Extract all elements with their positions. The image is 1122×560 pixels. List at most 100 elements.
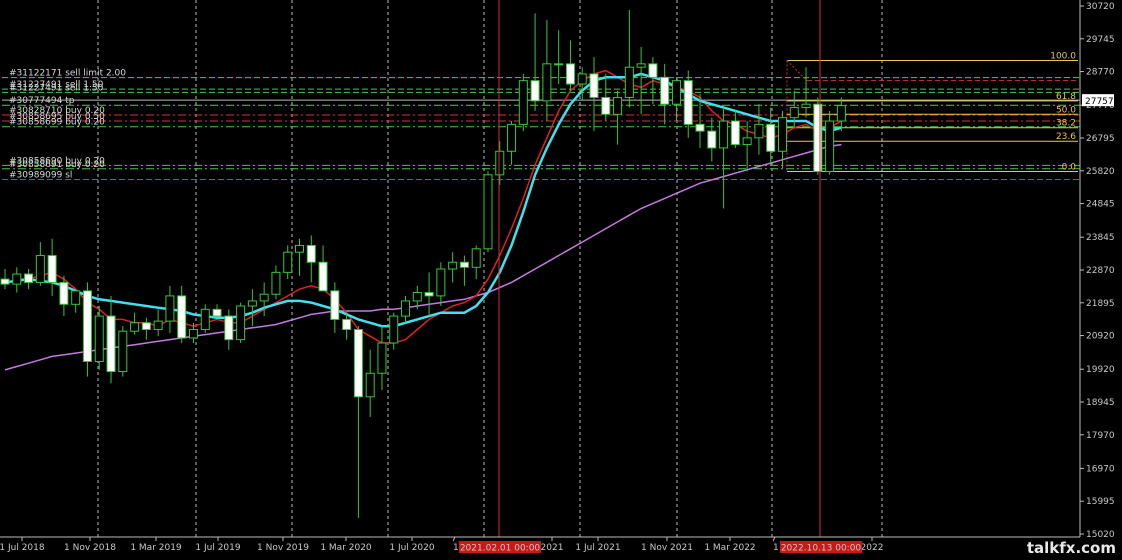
candle-body [247, 300, 257, 307]
y-tick-label: 18945 [1086, 398, 1115, 408]
candle-body [577, 73, 587, 85]
candle-body [754, 123, 764, 139]
fib-level-label: 23.6 [1056, 132, 1076, 142]
x-tick-label: 2021 [541, 543, 564, 553]
candle-body [730, 120, 740, 146]
candle-body [71, 290, 81, 305]
candle-body [518, 80, 528, 125]
x-tick-label: 1 Mar 2022 [704, 543, 755, 553]
candle-body [436, 268, 446, 297]
candle-body [35, 255, 45, 283]
candle-body [389, 315, 399, 344]
candle-body [683, 80, 693, 125]
fib-level-label: 50.0 [1056, 105, 1076, 115]
order-label: #30777494 tp [9, 96, 75, 106]
y-tick-label: 22870 [1086, 266, 1115, 276]
candle-body [554, 63, 564, 66]
y-tick-label: 19920 [1086, 365, 1115, 375]
x-tick-label: 1 Mar 2020 [320, 543, 372, 553]
candle-body [507, 123, 517, 152]
candle-body [648, 63, 658, 78]
candle-body [283, 251, 293, 273]
candle-body [448, 261, 458, 270]
candle-body [766, 123, 776, 152]
candle-body [342, 318, 352, 331]
y-tick-label: 28770 [1086, 68, 1115, 78]
candlestick-chart[interactable]: #31122171 sell limit 2.00 #31227491 sell … [0, 0, 1122, 560]
candle-body [94, 315, 104, 362]
candle-body [365, 372, 375, 398]
candle-body [47, 255, 57, 283]
order-label: #30858699 buy 0.20 [9, 118, 105, 128]
x-tick-label: 1 Jul 2021 [575, 543, 620, 553]
candle-body [200, 308, 210, 331]
candle-body [165, 295, 175, 322]
order-label: #31227491 sell 1.50 [9, 83, 104, 93]
candle-body [530, 80, 540, 102]
candle-body [0, 278, 10, 285]
candle-body [459, 261, 469, 268]
fib-level-label: 0.0 [1062, 162, 1077, 172]
x-tick-label: 1 Mar 2019 [130, 543, 182, 553]
x-tick-label: 1 [773, 543, 779, 553]
candle-body [660, 76, 670, 105]
x-tick-label: 1 Nov 2018 [64, 543, 116, 553]
x-tick-label: 1 Jul 2018 [0, 543, 45, 553]
y-tick-label: 15995 [1086, 497, 1115, 507]
order-label: #30989099 sl [9, 171, 72, 181]
fib-level-label: 100.0 [1050, 51, 1076, 61]
candle-body [542, 63, 552, 102]
watermark: talkfx.com [1027, 539, 1116, 557]
time-marker-label: 2022.10.13 00:00 [781, 544, 862, 554]
candle-body [695, 123, 705, 132]
candle-body [589, 73, 599, 98]
candle-body [224, 315, 234, 341]
y-tick-label: 23845 [1086, 233, 1115, 243]
candle-body [82, 290, 92, 362]
y-tick-label: 24845 [1086, 200, 1115, 210]
candle-body [836, 105, 846, 122]
candle-body [813, 103, 823, 172]
candle-body [671, 80, 681, 105]
order-label: #30858691 buy 0.20 [9, 160, 105, 170]
candle-body [412, 292, 422, 302]
candle-body [424, 292, 434, 297]
candle-body [613, 96, 623, 115]
candle-body [212, 308, 222, 317]
candle-body [259, 293, 269, 302]
x-tick-label: 1 Jul 2020 [389, 543, 434, 553]
candle-body [318, 261, 328, 292]
candle-body [707, 130, 717, 149]
x-tick-label: 1 Jul 2019 [195, 543, 240, 553]
candle-body [59, 281, 69, 305]
candle-body [130, 322, 140, 332]
y-tick-label: 30720 [1086, 2, 1115, 12]
time-marker-label: 2021.02.01 00:00 [460, 544, 541, 554]
y-tick-label: 26795 [1086, 134, 1115, 144]
candle-body [825, 120, 835, 172]
x-tick-label: 2022 [861, 543, 884, 553]
y-tick-label: 21895 [1086, 299, 1115, 309]
x-tick-label: 1 Nov 2019 [257, 543, 309, 553]
candle-body [118, 330, 128, 373]
candle-body [377, 342, 387, 374]
candle-body [177, 295, 187, 339]
candle-body [483, 174, 493, 250]
candle-body [236, 305, 246, 341]
candle-body [495, 150, 505, 176]
y-tick-label: 25820 [1086, 167, 1115, 177]
candle-body [188, 329, 198, 339]
candle-body [471, 248, 481, 268]
candle-body [306, 244, 316, 263]
candle-body [789, 107, 799, 119]
fib-level-label: 61.8 [1056, 92, 1076, 102]
candle-body [12, 273, 22, 285]
candle-body [624, 66, 634, 98]
candle-body [271, 271, 281, 295]
candle-body [153, 320, 163, 331]
candle-body [106, 315, 116, 373]
candle-body [601, 96, 611, 115]
y-tick-label: 16970 [1086, 464, 1115, 474]
y-tick-label: 17970 [1086, 431, 1115, 441]
candle-body [636, 63, 646, 68]
